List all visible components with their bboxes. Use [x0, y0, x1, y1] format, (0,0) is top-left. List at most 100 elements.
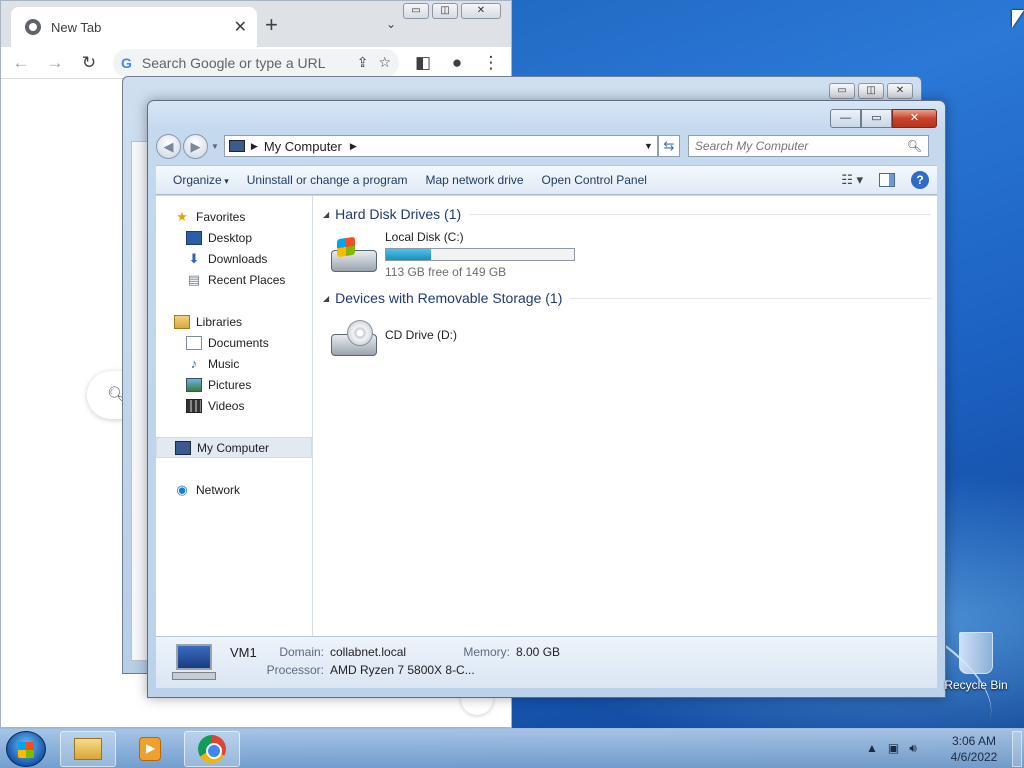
bg-close-button[interactable]: ✕ [887, 83, 913, 99]
omnibox[interactable]: G Search Google or type a URL ⇪ ☆ [113, 48, 399, 77]
refresh-button[interactable]: ⇆ [657, 135, 680, 157]
memory-value: 8.00 GB [516, 644, 561, 659]
breadcrumb-chevron-icon[interactable]: ▶ [350, 141, 357, 152]
nav-documents[interactable]: Documents [156, 332, 312, 353]
minimize-button[interactable]: — [830, 109, 861, 128]
command-bar: Organize Uninstall or change a program M… [156, 165, 937, 195]
close-button[interactable]: ✕ [892, 109, 937, 128]
taskbar-explorer-button[interactable] [60, 731, 116, 767]
nav-recent-label: Recent Places [208, 272, 286, 287]
nav-my-computer[interactable]: My Computer [156, 437, 312, 458]
chrome-new-tab-button[interactable]: + [265, 14, 278, 36]
window-controls: — ▭ ✕ [830, 109, 937, 128]
address-bar[interactable]: ▶ My Computer ▶ ▼ [223, 135, 658, 157]
downloads-icon: ⬇ [188, 250, 200, 266]
breadcrumb-chevron-icon[interactable]: ▶ [251, 141, 258, 152]
chrome-tab-search-icon[interactable]: ⌄ [386, 17, 396, 31]
taskbar-media-player-button[interactable] [122, 731, 178, 767]
nav-pictures[interactable]: Pictures [156, 374, 312, 395]
chrome-toolbar: ← → ↻ G Search Google or type a URL ⇪ ☆ … [1, 47, 511, 79]
drive-d-name: CD Drive (D:) [385, 328, 457, 342]
my-computer-window: — ▭ ✕ ◀ ▶ ▼ ▶ My Computer ▶ ▼ ⇆ 🔍︎ Organ… [147, 100, 946, 698]
recycle-bin-label: Recycle Bin [944, 678, 1008, 692]
music-icon: ♪ [190, 355, 198, 371]
taskbar: ▲ ▣ 🔊︎ 3:06 AM 4/6/2022 [0, 728, 1024, 768]
network-icon: ◉ [176, 481, 188, 497]
memory-label: Memory: [463, 644, 510, 659]
chrome-tab-close-icon[interactable]: ✕ [234, 17, 247, 37]
collapse-triangle-icon[interactable]: ◢ [323, 294, 329, 303]
desktop-icon [186, 230, 202, 245]
change-view-icon[interactable]: ☷ ▾ [841, 172, 863, 188]
search-input[interactable] [694, 139, 907, 153]
nav-videos[interactable]: Videos [156, 395, 312, 416]
nav-downloads[interactable]: ⬇ Downloads [156, 248, 312, 269]
bg-minimize-button[interactable]: ▭ [829, 83, 855, 99]
back-button[interactable]: ◀ [156, 133, 181, 159]
clock-date: 4/6/2022 [950, 750, 998, 764]
volume-icon[interactable]: 🔊︎ [909, 741, 917, 756]
nav-favorites[interactable]: ★ Favorites [156, 206, 312, 227]
system-tray: ▲ ▣ 🔊︎ [866, 741, 917, 756]
show-desktop-button[interactable] [1012, 731, 1022, 767]
show-hidden-icons-icon[interactable]: ▲ [866, 741, 878, 756]
clock[interactable]: 3:06 AM 4/6/2022 [942, 733, 1006, 765]
chrome-close-button[interactable]: ✕ [461, 3, 501, 19]
reload-icon[interactable]: ↻ [79, 53, 99, 73]
hard-disk-group-header[interactable]: ◢ Hard Disk Drives (1) [323, 202, 931, 226]
chrome-restore-button[interactable]: ◫ [432, 3, 458, 19]
drive-cd-d[interactable]: CD Drive (D:) [323, 310, 931, 370]
collapse-triangle-icon[interactable]: ◢ [323, 210, 329, 219]
side-panel-icon[interactable]: ◧ [413, 53, 433, 73]
nav-recent-places[interactable]: ▤ Recent Places [156, 269, 312, 290]
forward-button[interactable]: ▶ [183, 133, 208, 159]
nav-desktop-label: Desktop [208, 230, 253, 245]
chrome-minimize-button[interactable]: ▭ [403, 3, 429, 19]
background-window-controls: ▭ ◫ ✕ [829, 83, 913, 99]
chrome-icon [198, 735, 226, 763]
organize-button[interactable]: Organize [164, 173, 238, 187]
nav-downloads-label: Downloads [208, 251, 268, 266]
back-arrow-icon[interactable]: ← [11, 53, 31, 73]
network-tray-icon[interactable]: ▣ [888, 741, 899, 756]
help-icon[interactable]: ? [911, 171, 929, 189]
pc-icon [172, 643, 216, 682]
start-button[interactable] [6, 731, 46, 767]
map-network-drive-button[interactable]: Map network drive [417, 173, 533, 187]
taskbar-chrome-button[interactable] [184, 731, 240, 767]
chrome-tab-title: New Tab [51, 19, 102, 35]
maximize-button[interactable]: ▭ [861, 109, 892, 128]
nav-desktop[interactable]: Desktop [156, 227, 312, 248]
omnibox-placeholder[interactable]: Search Google or type a URL [142, 55, 347, 71]
uninstall-program-button[interactable]: Uninstall or change a program [238, 173, 417, 187]
mouse-cursor-icon [1012, 10, 1024, 28]
star-icon: ★ [176, 208, 188, 224]
open-control-panel-button[interactable]: Open Control Panel [533, 173, 656, 187]
drive-local-disk-c[interactable]: Local Disk (C:) 113 GB free of 149 GB [323, 226, 931, 286]
nav-network[interactable]: ◉ Network [156, 479, 312, 500]
address-dropdown-icon[interactable]: ▼ [644, 141, 653, 151]
folder-icon [74, 738, 102, 760]
profile-icon[interactable]: ● [447, 53, 467, 73]
breadcrumb-my-computer[interactable]: My Computer [264, 139, 342, 154]
chrome-menu-icon[interactable]: ⋮ [481, 53, 501, 73]
address-row: ◀ ▶ ▼ ▶ My Computer ▶ ▼ ⇆ 🔍︎ [156, 133, 937, 159]
domain-label: Domain: [279, 644, 324, 659]
nav-music[interactable]: ♪ Music [156, 353, 312, 374]
domain-value: collabnet.local [330, 644, 407, 659]
removable-group-header[interactable]: ◢ Devices with Removable Storage (1) [323, 286, 931, 310]
details-pane: VM1 Domain: collabnet.local Memory: 8.00… [156, 636, 937, 688]
recycle-bin-desktop-item[interactable]: Recycle Bin [944, 632, 1008, 692]
search-box[interactable]: 🔍︎ [687, 135, 929, 157]
recent-pages-dropdown-icon[interactable]: ▼ [211, 142, 219, 151]
nav-libraries[interactable]: Libraries [156, 311, 312, 332]
bg-restore-button[interactable]: ◫ [858, 83, 884, 99]
preview-pane-icon[interactable] [879, 173, 895, 187]
forward-arrow-icon[interactable]: → [45, 53, 65, 73]
cd-drive-icon [331, 320, 377, 360]
search-icon[interactable]: 🔍︎ [907, 139, 922, 153]
hard-disk-group-label: Hard Disk Drives (1) [335, 206, 462, 222]
chrome-tab-new-tab[interactable]: New Tab ✕ [11, 7, 257, 47]
bookmark-star-icon[interactable]: ☆ [378, 54, 391, 71]
share-icon[interactable]: ⇪ [357, 54, 369, 71]
